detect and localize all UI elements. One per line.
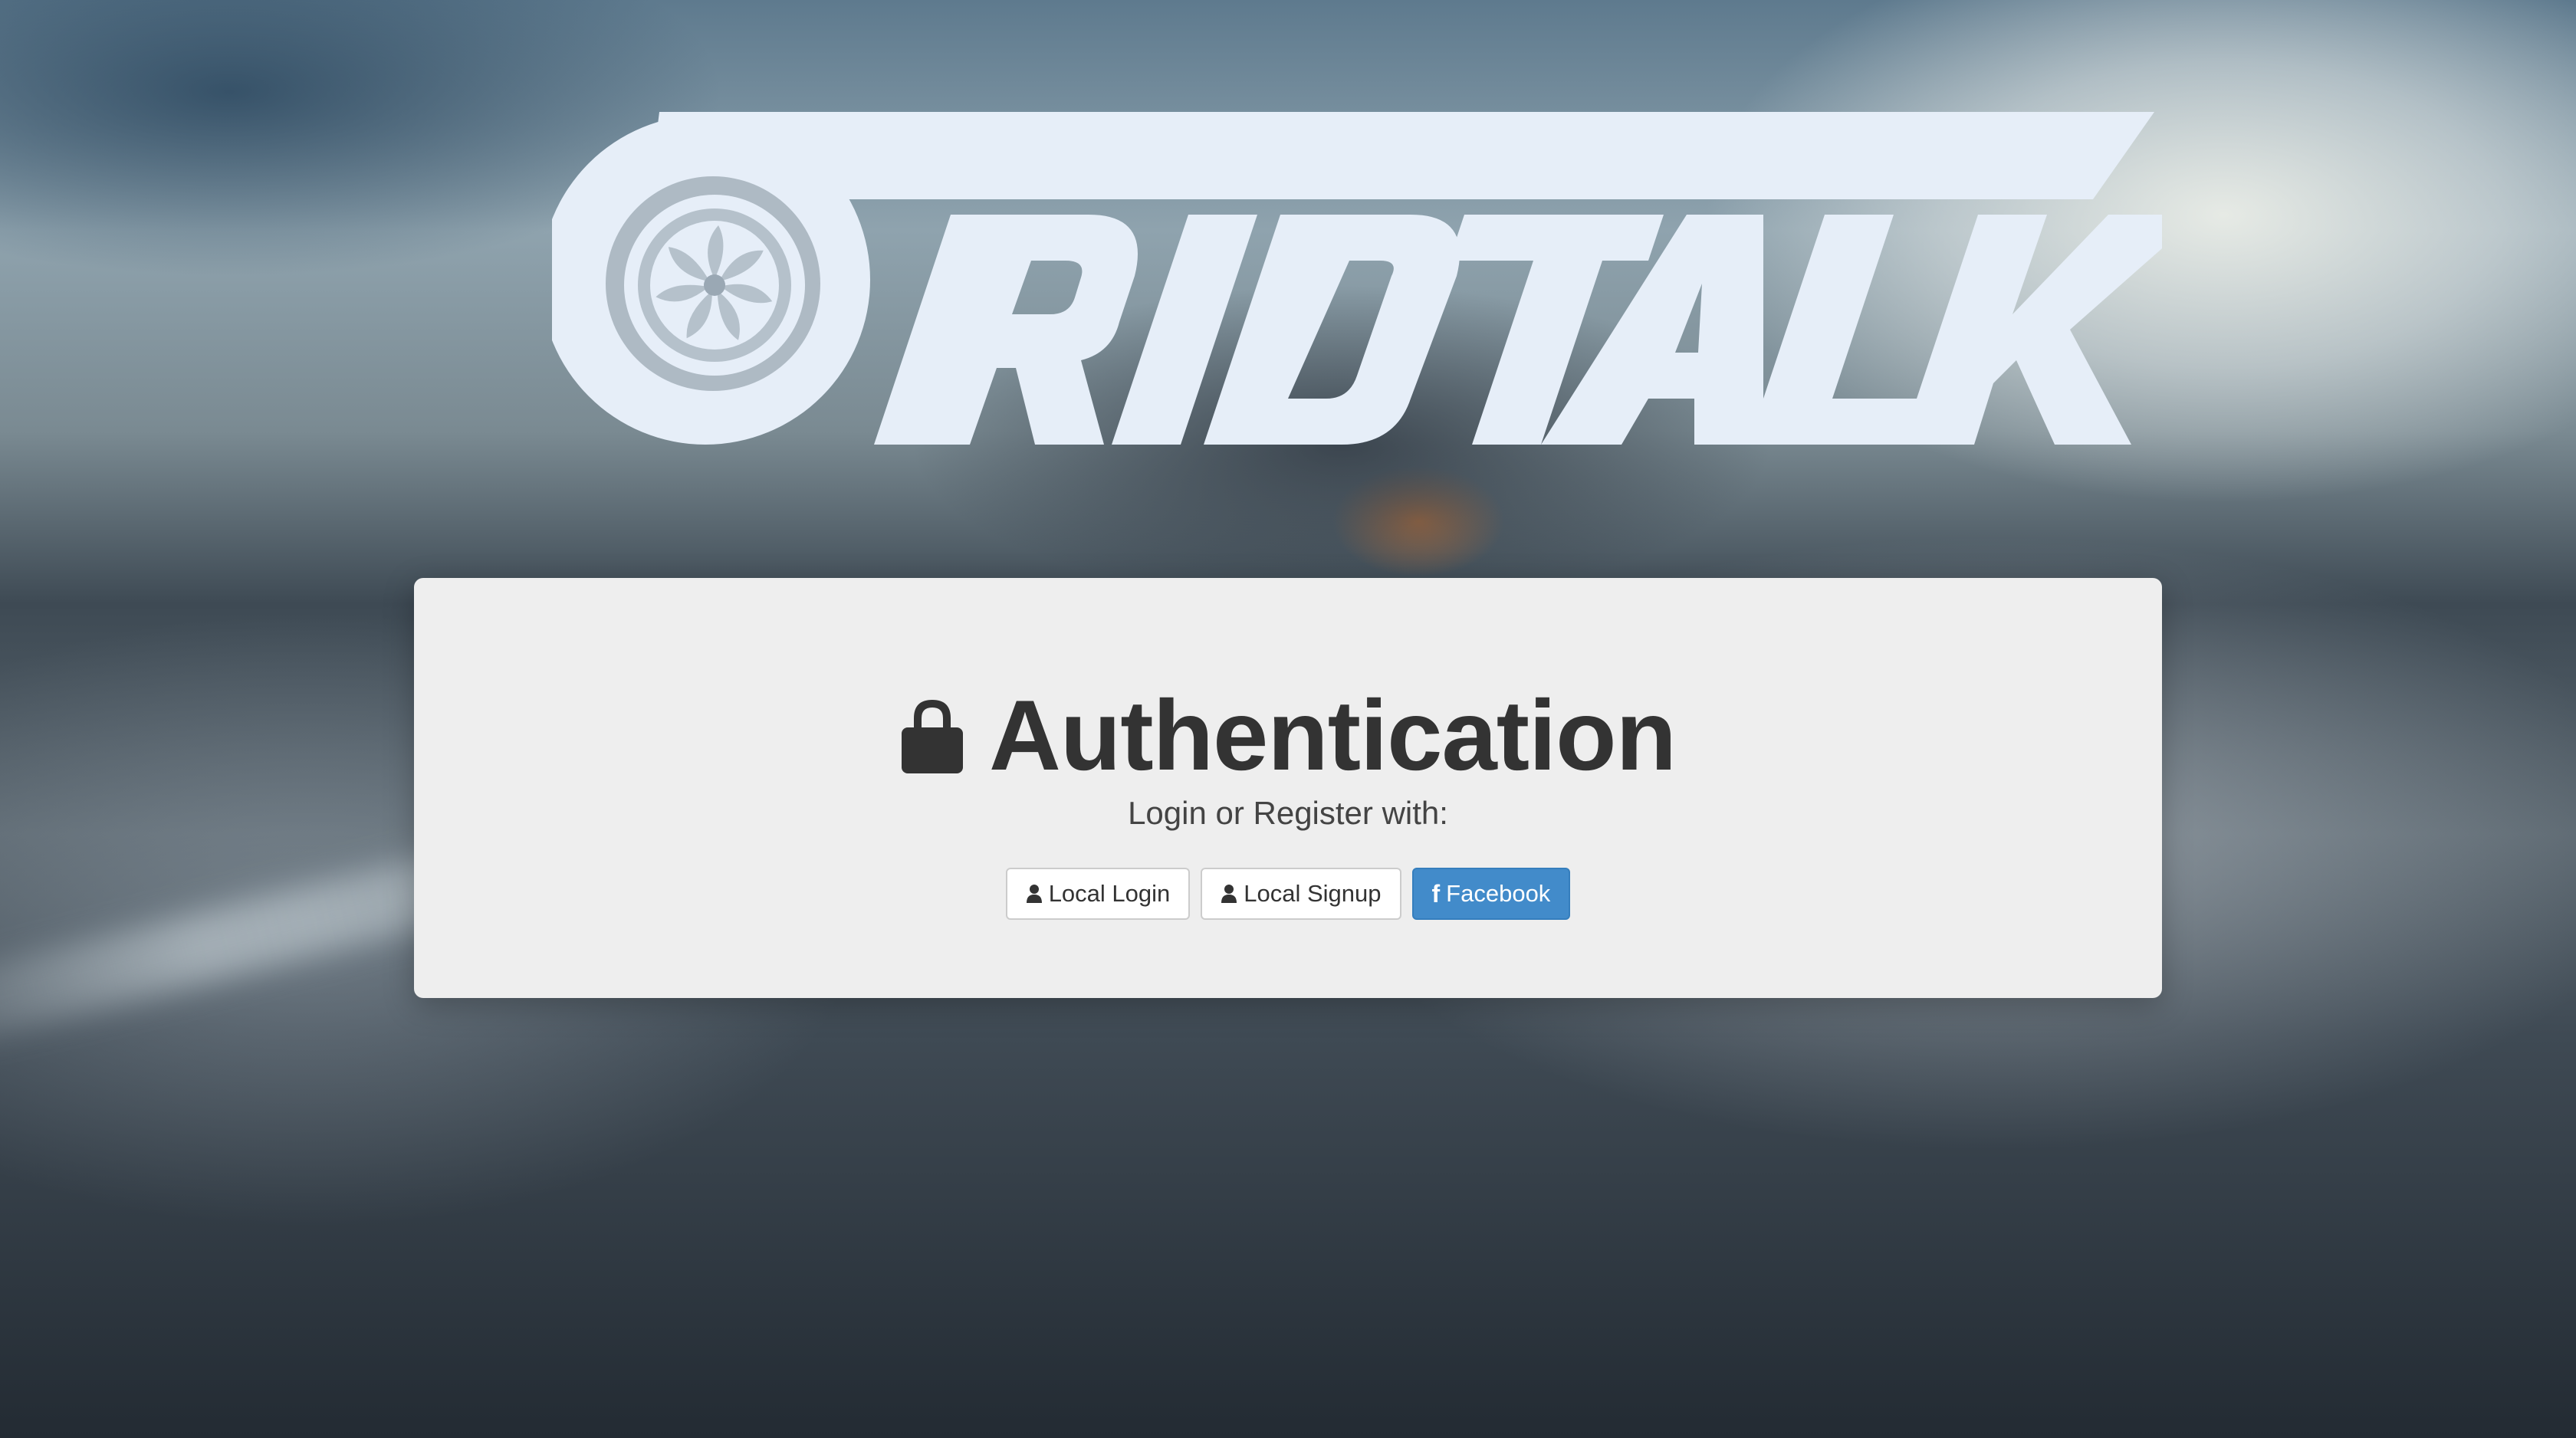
user-icon [1221, 885, 1237, 903]
local-signup-button[interactable]: Local Signup [1201, 868, 1401, 920]
local-login-label: Local Login [1048, 880, 1171, 907]
user-icon [1026, 885, 1042, 903]
authentication-panel: Authentication Login or Register with: L… [414, 578, 2162, 998]
facebook-label: Facebook [1446, 880, 1551, 907]
facebook-icon: f [1431, 879, 1441, 908]
page-title: Authentication [989, 679, 1677, 791]
local-signup-label: Local Signup [1244, 880, 1382, 907]
facebook-button[interactable]: f Facebook [1411, 868, 1571, 920]
lock-icon [902, 700, 964, 773]
title-row: Authentication [414, 678, 2162, 793]
auth-buttons: Local Login Local Signup f Facebook [414, 868, 2162, 920]
gridtalk-logo [552, 112, 2162, 445]
local-login-button[interactable]: Local Login [1005, 868, 1191, 920]
subtitle: Login or Register with: [1128, 795, 1448, 831]
